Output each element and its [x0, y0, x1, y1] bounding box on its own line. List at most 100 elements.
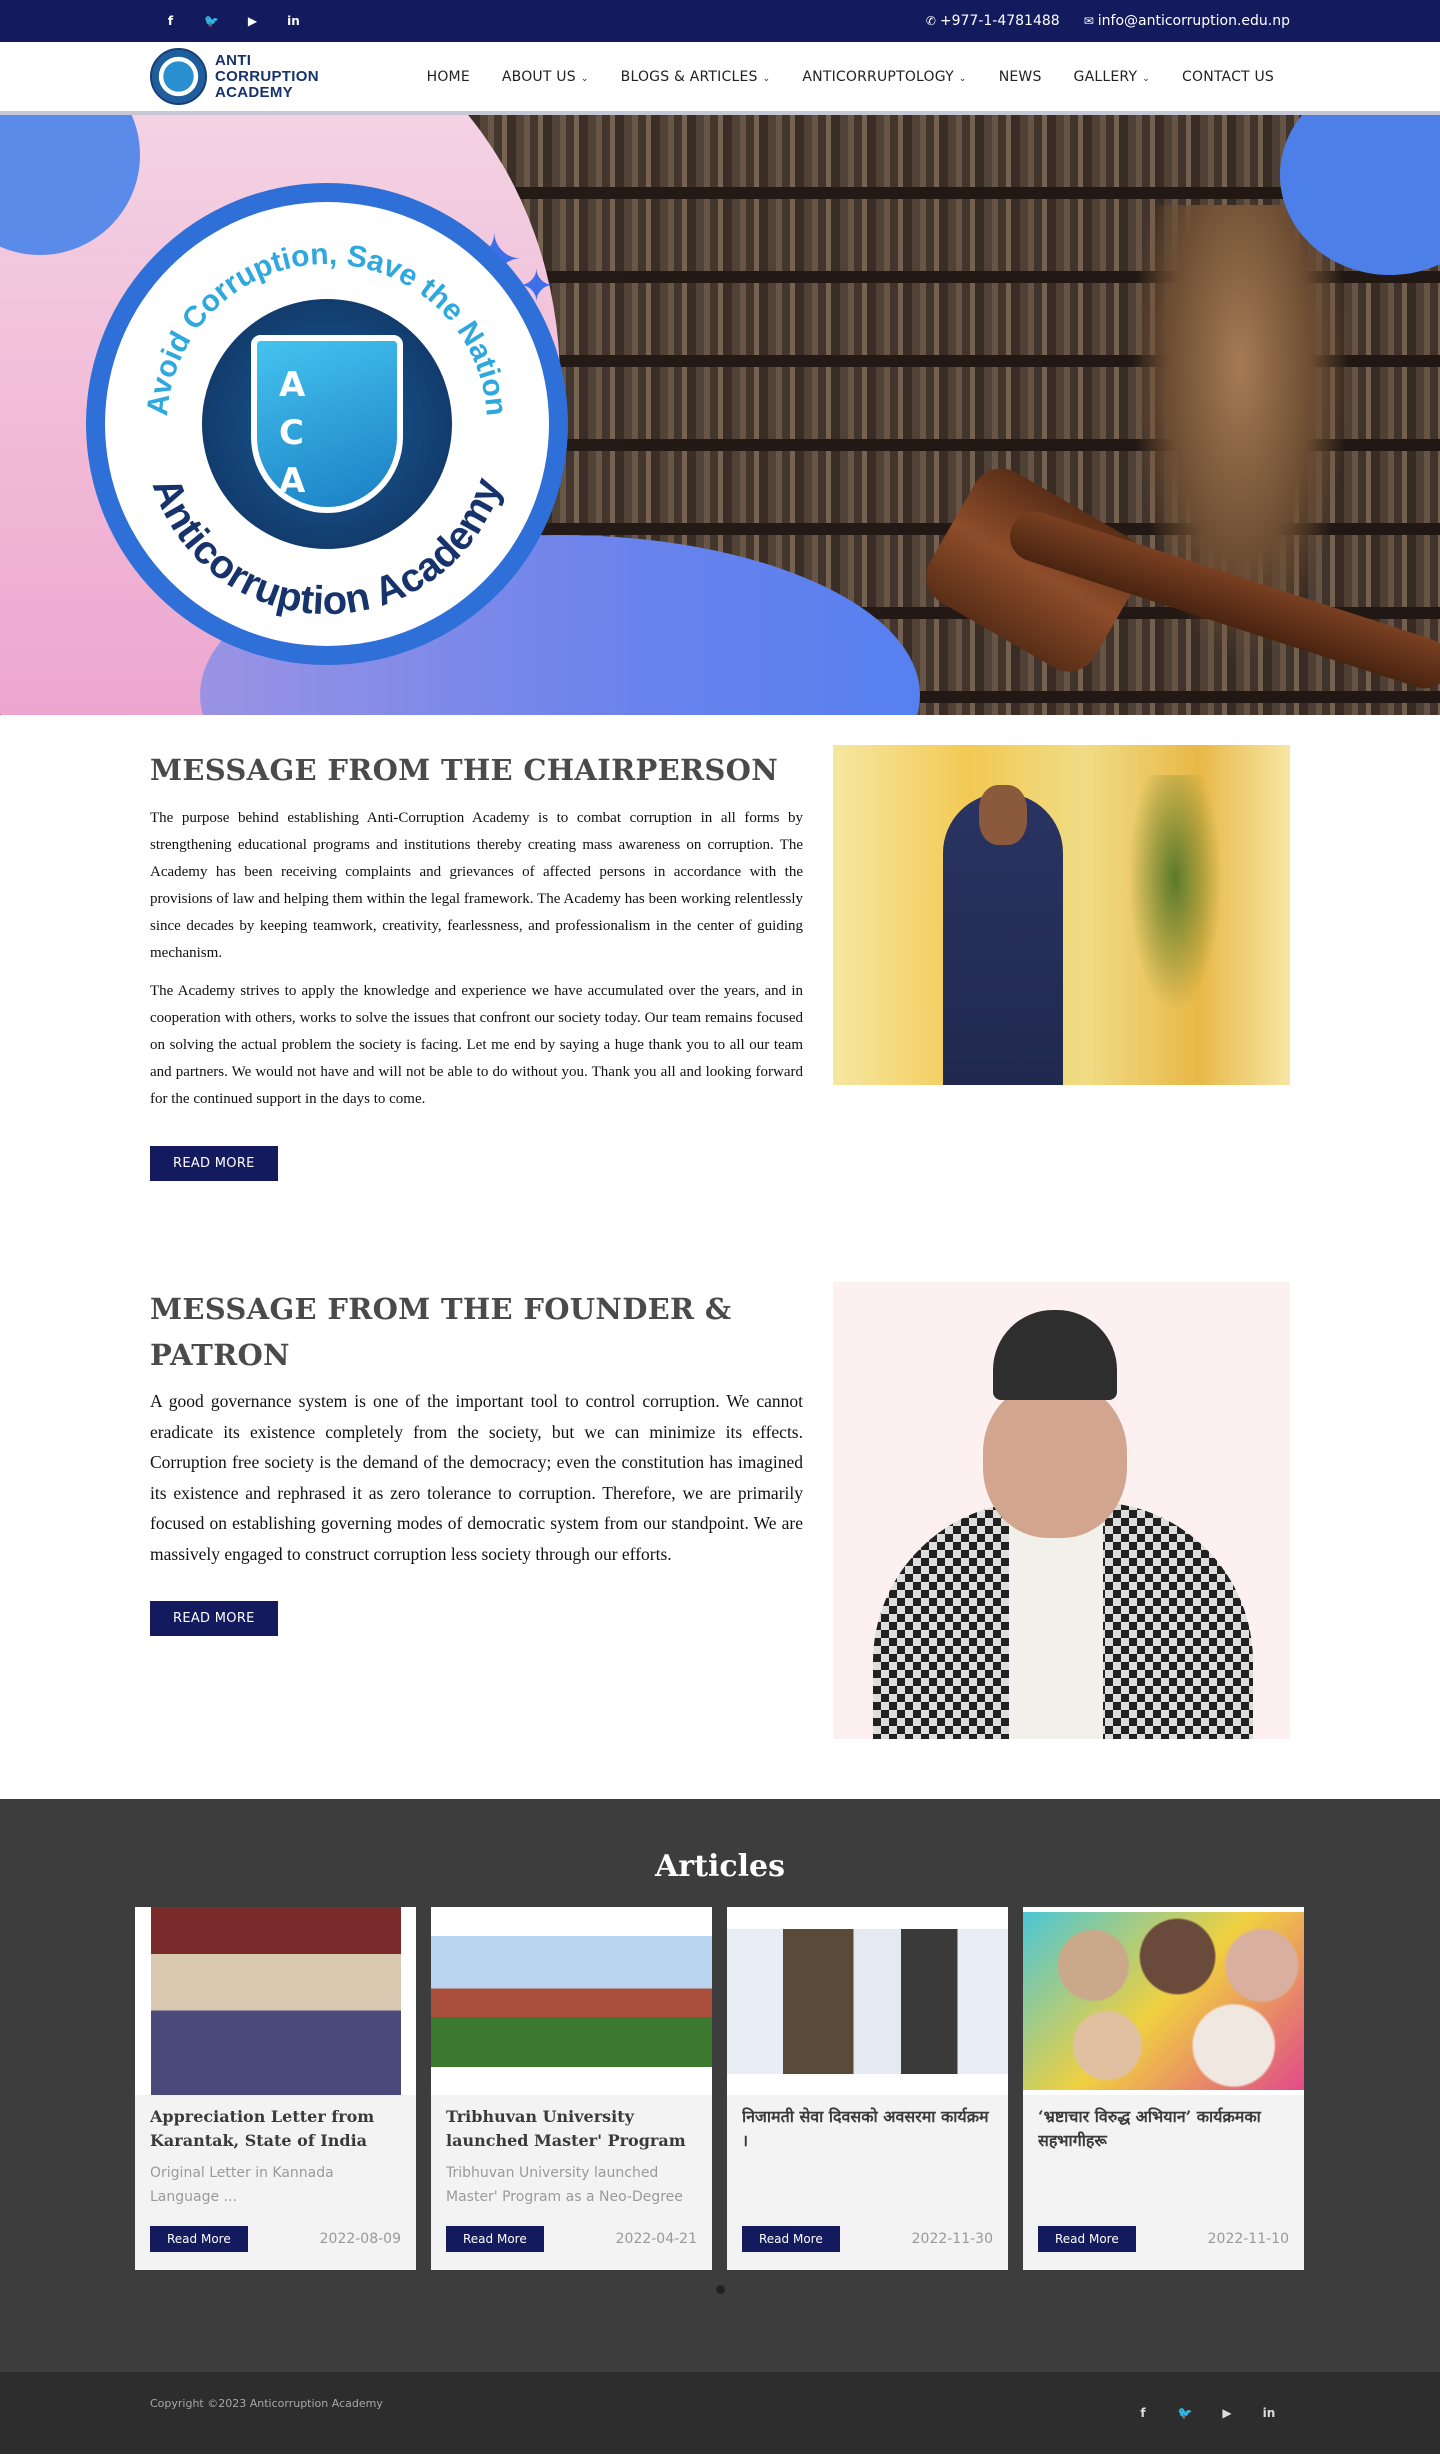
article-image: [727, 1928, 1008, 2074]
twitter-icon[interactable]: 🐦: [191, 0, 232, 42]
svg-text:Anticorruption Academy: Anticorruption Academy: [144, 472, 511, 624]
nav-blogs-articles[interactable]: BLOGS & ARTICLES ⌄: [605, 69, 787, 85]
article-excerpt: [742, 2161, 993, 2211]
nav-about-us[interactable]: ABOUT US ⌄: [486, 69, 605, 85]
facebook-icon[interactable]: f: [150, 0, 191, 42]
article-card[interactable]: निजामती सेवा दिवसको अवसरमा कार्यक्रम । R…: [727, 1907, 1008, 2270]
footer-social-links: f 🐦 ▶ in: [1122, 2392, 1290, 2434]
article-date: 2022-08-09: [319, 2231, 401, 2247]
seal-ring: Avoid Corruption, Save the Nation Antico…: [105, 202, 549, 646]
article-thumbnail[interactable]: [431, 1907, 712, 2095]
chevron-down-icon: ⌄: [759, 73, 771, 84]
carousel-dot[interactable]: [715, 2285, 725, 2294]
chevron-down-icon: ⌄: [1139, 73, 1151, 84]
copyright-text: Copyright ©2023 Anticorruption Academy: [150, 2396, 383, 2410]
article-card[interactable]: Appreciation Letter from Karantak, State…: [135, 1907, 416, 2270]
seal-name: Anticorruption Academy: [144, 472, 511, 624]
article-title[interactable]: Tribhuvan University launched Master' Pr…: [446, 2105, 697, 2157]
founder-section: MESSAGE FROM THE FOUNDER & PATRON A good…: [150, 1181, 1290, 1799]
site-footer: Copyright ©2023 Anticorruption Academy f…: [0, 2372, 1440, 2454]
youtube-icon[interactable]: ▶: [232, 0, 273, 42]
article-read-more-button[interactable]: Read More: [742, 2226, 840, 2252]
contact-info: ✆ +977-1-4781488 ✉ info@anticorruption.edu…: [926, 13, 1290, 29]
nav-gallery[interactable]: GALLERY ⌄: [1058, 69, 1166, 85]
chevron-down-icon: ⌄: [577, 73, 589, 84]
nav-label: ABOUT US: [501, 68, 576, 85]
article-excerpt: Original Letter in Kannada Language ...: [150, 2165, 334, 2205]
article-card[interactable]: Tribhuvan University launched Master' Pr…: [431, 1907, 712, 2270]
article-thumbnail[interactable]: [727, 1907, 1008, 2095]
article-thumbnail[interactable]: [1023, 1907, 1304, 2095]
plant-image: [1120, 775, 1230, 1035]
academy-seal: Avoid Corruption, Save the Nation Antico…: [86, 183, 568, 665]
main-navbar: ANTI CORRUPTION ACADEMY HOME ABOUT US ⌄ …: [0, 42, 1440, 115]
article-excerpt: [1038, 2161, 1289, 2211]
youtube-icon[interactable]: ▶: [1206, 2392, 1248, 2434]
article-title[interactable]: ‘भ्रष्टाचार विरुद्ध अभियान’ कार्यक्रमका …: [1038, 2105, 1289, 2157]
nav-label: HOME: [426, 68, 470, 85]
chevron-down-icon: ⌄: [955, 73, 967, 84]
founder-read-more-button[interactable]: READ MORE: [150, 1601, 278, 1636]
main-menu: HOME ABOUT US ⌄ BLOGS & ARTICLES ⌄ ANTIC…: [411, 69, 1290, 85]
seal-lettering: Avoid Corruption, Save the Nation Antico…: [141, 238, 513, 624]
social-links: f 🐦 ▶ in: [150, 0, 314, 42]
article-image: [150, 1907, 401, 2095]
nav-contact-us[interactable]: CONTACT US: [1166, 69, 1290, 85]
phone-icon: ✆: [925, 14, 936, 28]
article-thumbnail[interactable]: [135, 1907, 416, 2095]
article-image: [1023, 1912, 1304, 2090]
chairperson-text: MESSAGE FROM THE CHAIRPERSON The purpose…: [150, 747, 803, 1181]
founder-head: [983, 1382, 1127, 1538]
email-link[interactable]: ✉ info@anticorruption.edu.np: [1084, 13, 1290, 29]
nav-anticorruptology[interactable]: ANTICORRUPTOLOGY ⌄: [786, 69, 982, 85]
founder-text: MESSAGE FROM THE FOUNDER & PATRON A good…: [150, 1282, 803, 1739]
nav-label: BLOGS & ARTICLES: [620, 68, 758, 85]
article-image: [431, 1935, 712, 2067]
nav-home[interactable]: HOME: [411, 69, 486, 85]
envelope-icon: ✉: [1083, 14, 1094, 28]
articles-carousel: Appreciation Letter from Karantak, State…: [135, 1907, 1305, 2270]
seal-motto: Avoid Corruption, Save the Nation: [141, 238, 513, 418]
founder-photo: [833, 1282, 1290, 1739]
linkedin-icon[interactable]: in: [1248, 2392, 1290, 2434]
chairperson-heading: MESSAGE FROM THE CHAIRPERSON: [150, 753, 779, 787]
articles-heading: Articles: [655, 1849, 785, 1884]
logo-line: CORRUPTION: [215, 67, 319, 85]
twitter-icon[interactable]: 🐦: [1164, 2392, 1206, 2434]
phone-link[interactable]: ✆ +977-1-4781488: [926, 13, 1060, 29]
founder-heading: MESSAGE FROM THE FOUNDER & PATRON: [150, 1292, 732, 1372]
chairperson-photo: [833, 745, 1290, 1085]
logo-emblem-icon: [150, 48, 207, 105]
logo-text: ANTI CORRUPTION ACADEMY: [215, 51, 319, 101]
chairperson-paragraph: The purpose behind establishing Anti-Cor…: [150, 810, 803, 961]
facebook-icon[interactable]: f: [1122, 2392, 1164, 2434]
email-address: info@anticorruption.edu.np: [1097, 13, 1290, 29]
hero-banner: ✦ ✦ ✦ Avoid Corruption, Save the Nation …: [0, 115, 1440, 715]
articles-section: Articles Appreciation Letter from Karant…: [0, 1799, 1440, 2372]
site-logo[interactable]: ANTI CORRUPTION ACADEMY: [150, 48, 319, 105]
article-read-more-button[interactable]: Read More: [1038, 2226, 1136, 2252]
nav-label: CONTACT US: [1182, 68, 1274, 85]
logo-line: ANTI: [215, 51, 252, 69]
article-date: 2022-11-30: [911, 2231, 993, 2247]
chairperson-paragraph: The Academy strives to apply the knowled…: [150, 983, 803, 1107]
article-date: 2022-04-21: [615, 2231, 697, 2247]
logo-line: ACADEMY: [215, 83, 293, 101]
phone-number: +977-1-4781488: [939, 13, 1060, 29]
article-excerpt: Tribhuvan University launched Master' Pr…: [446, 2165, 683, 2205]
nav-label: ANTICORRUPTOLOGY: [802, 68, 954, 85]
founder-paragraph: A good governance system is one of the i…: [150, 1391, 803, 1564]
nav-news[interactable]: NEWS: [983, 69, 1058, 85]
article-title[interactable]: Appreciation Letter from Karantak, State…: [150, 2105, 401, 2157]
article-title[interactable]: निजामती सेवा दिवसको अवसरमा कार्यक्रम ।: [742, 2105, 993, 2157]
founder-cap: [993, 1310, 1117, 1400]
article-read-more-button[interactable]: Read More: [150, 2226, 248, 2252]
article-read-more-button[interactable]: Read More: [446, 2226, 544, 2252]
linkedin-icon[interactable]: in: [273, 0, 314, 42]
article-card[interactable]: ‘भ्रष्टाचार विरुद्ध अभियान’ कार्यक्रमका …: [1023, 1907, 1304, 2270]
top-bar: f 🐦 ▶ in ✆ +977-1-4781488 ✉ info@anticorru…: [0, 0, 1440, 42]
chairperson-read-more-button[interactable]: READ MORE: [150, 1146, 278, 1181]
chairperson-section: MESSAGE FROM THE CHAIRPERSON The purpose…: [150, 715, 1290, 1181]
founder-shirt: [1009, 1518, 1103, 1739]
svg-text:Avoid Corruption, Save the Nat: Avoid Corruption, Save the Nation: [141, 238, 513, 418]
